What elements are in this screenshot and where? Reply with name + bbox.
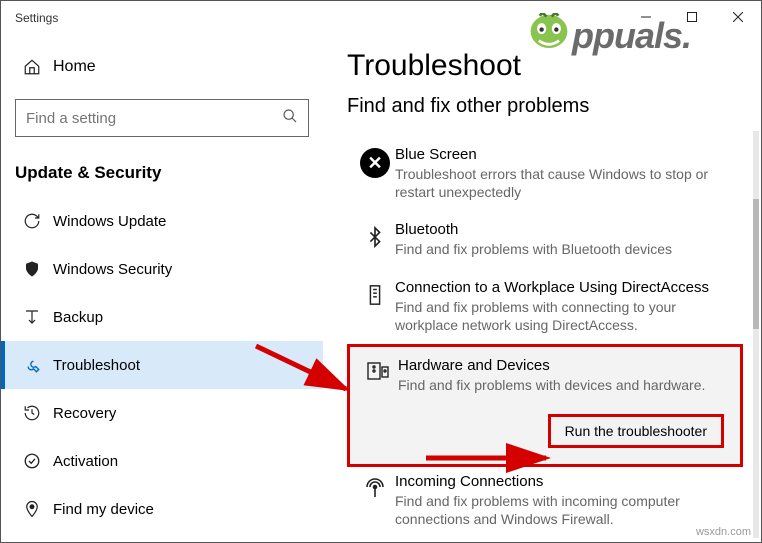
scrollbar-thumb[interactable] bbox=[753, 199, 759, 329]
history-icon bbox=[23, 404, 53, 422]
sidebar-item-recovery[interactable]: Recovery bbox=[1, 389, 323, 437]
troubleshooter-blue-screen[interactable]: ✕ Blue Screen Troubleshoot errors that c… bbox=[347, 136, 743, 211]
troubleshooter-hardware-block: Hardware and Devices Find and fix proble… bbox=[347, 344, 743, 467]
sidebar-item-label: Windows Update bbox=[53, 213, 166, 230]
ts-title: Bluetooth bbox=[395, 221, 735, 238]
troubleshooter-bluetooth[interactable]: Bluetooth Find and fix problems with Blu… bbox=[347, 211, 743, 268]
search-box[interactable] bbox=[15, 99, 309, 137]
ts-title: Hardware and Devices bbox=[398, 357, 732, 374]
maximize-button[interactable] bbox=[669, 1, 715, 33]
troubleshooter-hardware[interactable]: Hardware and Devices Find and fix proble… bbox=[347, 344, 743, 407]
workplace-icon bbox=[355, 279, 395, 334]
run-troubleshooter-button[interactable]: Run the troubleshooter bbox=[548, 414, 724, 448]
shield-icon bbox=[23, 260, 53, 278]
ts-desc: Find and fix problems with incoming comp… bbox=[395, 492, 735, 528]
sidebar-item-label: Troubleshoot bbox=[53, 357, 140, 374]
sidebar-item-backup[interactable]: Backup bbox=[1, 293, 323, 341]
window-controls bbox=[623, 1, 761, 33]
troubleshooter-incoming[interactable]: Incoming Connections Find and fix proble… bbox=[347, 467, 743, 538]
ts-desc: Find and fix problems with devices and h… bbox=[398, 376, 732, 394]
search-icon bbox=[282, 108, 298, 129]
ts-title: Incoming Connections bbox=[395, 473, 735, 490]
ts-desc: Troubleshoot errors that cause Windows t… bbox=[395, 165, 735, 201]
ts-title: Blue Screen bbox=[395, 146, 735, 163]
ts-title: Connection to a Workplace Using DirectAc… bbox=[395, 279, 735, 296]
scrollbar[interactable] bbox=[753, 131, 759, 538]
home-icon bbox=[23, 58, 53, 76]
sync-icon bbox=[23, 212, 53, 230]
home-label: Home bbox=[53, 58, 96, 76]
sidebar-item-activation[interactable]: Activation bbox=[1, 437, 323, 485]
sidebar-item-label: Find my device bbox=[53, 501, 154, 518]
troubleshooter-directaccess[interactable]: Connection to a Workplace Using DirectAc… bbox=[347, 269, 743, 344]
close-button[interactable] bbox=[715, 1, 761, 33]
troubleshooter-list: ✕ Blue Screen Troubleshoot errors that c… bbox=[347, 136, 743, 539]
ts-desc: Find and fix problems with Bluetooth dev… bbox=[395, 240, 735, 258]
page-subtitle: Find and fix other problems bbox=[347, 95, 743, 118]
sidebar: Home Update & Security Windows Update Wi… bbox=[1, 35, 323, 542]
sidebar-item-windows-security[interactable]: Windows Security bbox=[1, 245, 323, 293]
content-pane: Troubleshoot Find and fix other problems… bbox=[323, 35, 761, 542]
check-icon bbox=[23, 452, 53, 470]
sidebar-item-label: Activation bbox=[53, 453, 118, 470]
sidebar-item-troubleshoot[interactable]: Troubleshoot bbox=[1, 341, 323, 389]
incoming-icon bbox=[355, 473, 395, 528]
minimize-button[interactable] bbox=[623, 1, 669, 33]
run-row: Run the troubleshooter bbox=[347, 404, 743, 467]
sidebar-item-label: Recovery bbox=[53, 405, 116, 422]
sidebar-item-label: Windows Security bbox=[53, 261, 172, 278]
hardware-icon bbox=[358, 357, 398, 394]
sidebar-item-label: Backup bbox=[53, 309, 103, 326]
attribution: wsxdn.com bbox=[696, 526, 751, 538]
page-title: Troubleshoot bbox=[347, 49, 743, 83]
sidebar-item-find-my-device[interactable]: Find my device bbox=[1, 485, 323, 533]
blue-screen-icon: ✕ bbox=[355, 146, 395, 201]
backup-icon bbox=[23, 308, 53, 326]
search-input[interactable] bbox=[26, 110, 282, 127]
sidebar-item-windows-update[interactable]: Windows Update bbox=[1, 197, 323, 245]
window-title: Settings bbox=[15, 11, 58, 25]
ts-desc: Find and fix problems with connecting to… bbox=[395, 298, 735, 334]
location-icon bbox=[23, 500, 53, 518]
wrench-icon bbox=[23, 356, 53, 374]
section-header: Update & Security bbox=[1, 155, 323, 197]
bluetooth-icon bbox=[355, 221, 395, 258]
home-nav[interactable]: Home bbox=[1, 45, 323, 89]
